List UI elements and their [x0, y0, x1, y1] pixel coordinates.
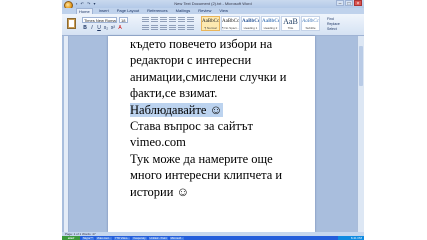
superscript-button[interactable]: x² [110, 25, 116, 31]
style-heading-2[interactable]: AaBbCc Heading 2 [261, 16, 280, 31]
taskbar-item-video-audio[interactable]: Video Aud... [95, 236, 112, 240]
bold-button[interactable]: B [82, 25, 88, 31]
text-line: Тук може да намерите още [130, 151, 273, 166]
underline-button[interactable]: U [96, 25, 102, 31]
text-line: vimeo.com [130, 135, 186, 150]
style-normal[interactable]: AaBbCcDc ¶ Normal [201, 16, 220, 31]
window-controls: – □ × [336, 0, 362, 7]
align-left-icon[interactable] [142, 25, 149, 31]
align-center-icon[interactable] [151, 25, 158, 31]
text-line: където повечето избори на [130, 37, 273, 51]
taskbar-item-ytd[interactable]: YTD Video... [113, 236, 131, 240]
font-color-button[interactable]: A [117, 25, 123, 31]
paragraph-group [142, 17, 194, 23]
format-buttons: B I U x₂ x² A [82, 25, 123, 31]
maximize-button[interactable]: □ [345, 0, 353, 7]
document-area: където повечето избори на редактори с ин… [62, 36, 364, 232]
window-title: New Text Document (2).txt - Microsoft Wo… [174, 1, 252, 6]
align-right-icon[interactable] [160, 25, 167, 31]
multilevel-list-icon[interactable] [160, 17, 167, 23]
minimize-button[interactable]: – [336, 0, 344, 7]
ribbon: Times New Roman 18 B I U x₂ x² A AaBbCc … [62, 14, 364, 36]
style-subtitle[interactable]: AaBbCc Subtitle [301, 16, 320, 31]
shading-icon[interactable] [187, 25, 194, 31]
taskbar-item-word[interactable]: Microsoft... [169, 236, 185, 240]
subscript-button[interactable]: x₂ [103, 25, 109, 31]
start-button[interactable]: start [62, 236, 80, 240]
taskbar-item-skype[interactable]: Skype™ [82, 236, 94, 240]
taskbar: start Skype™ Video Aud... YTD Video... K… [62, 236, 364, 240]
taskbar-item-paint[interactable]: Untitled - Paint [148, 236, 168, 240]
sort-icon[interactable] [187, 17, 194, 23]
text-line-selected: Наблюдавайте ☺ [130, 102, 320, 118]
selection-highlight: Наблюдавайте ☺ [130, 102, 224, 117]
document-page[interactable]: където повечето избори на редактори с ин… [108, 36, 315, 232]
style-heading-1[interactable]: AaBbCc Heading 1 [241, 16, 260, 31]
increase-indent-icon[interactable] [178, 17, 185, 23]
decrease-indent-icon[interactable] [169, 17, 176, 23]
text-line: Става въпрос за сайтът [130, 119, 253, 134]
style-no-spacing[interactable]: AaBbCcDc ¶ No Spaci... [221, 16, 240, 31]
right-bezel [364, 0, 427, 240]
left-bezel [0, 0, 62, 240]
scrollbar-thumb[interactable] [359, 46, 363, 86]
vertical-scrollbar[interactable] [357, 36, 364, 232]
text-line: факти,се взимат. [130, 86, 218, 101]
alignment-group [142, 25, 194, 31]
font-size-box[interactable]: 18 [119, 17, 128, 23]
style-title[interactable]: AaB Title [281, 16, 300, 31]
line-spacing-icon[interactable] [178, 25, 185, 31]
text-line: редактори с интересни [130, 53, 252, 68]
justify-icon[interactable] [169, 25, 176, 31]
font-name-box[interactable]: Times New Roman [82, 17, 117, 23]
editing-group: Find Replace Select [327, 17, 357, 32]
title-bar: ▪ ↶ ↷ ▾ New Text Document (2).txt - Micr… [62, 0, 364, 10]
text-line: истории ☺ [130, 184, 190, 199]
taskbar-item-kaspersky[interactable]: Kaspersky [132, 236, 147, 240]
document-text[interactable]: където повечето избори на редактори с ин… [130, 36, 320, 200]
bullets-icon[interactable] [142, 17, 149, 23]
text-line: много интересни клипчета и [130, 168, 283, 183]
styles-gallery: AaBbCcDc ¶ Normal AaBbCcDc ¶ No Spaci...… [201, 16, 320, 31]
word-window: ▪ ↶ ↷ ▾ New Text Document (2).txt - Micr… [62, 0, 364, 240]
italic-button[interactable]: I [89, 25, 95, 31]
select-button[interactable]: Select [327, 27, 357, 32]
vertical-ruler [64, 36, 69, 232]
text-line: анимации,смислени случки и [130, 69, 287, 84]
close-button[interactable]: × [354, 0, 362, 7]
numbering-icon[interactable] [151, 17, 158, 23]
system-tray-clock: 6:41 PM [338, 236, 364, 240]
paste-button[interactable] [65, 16, 79, 32]
